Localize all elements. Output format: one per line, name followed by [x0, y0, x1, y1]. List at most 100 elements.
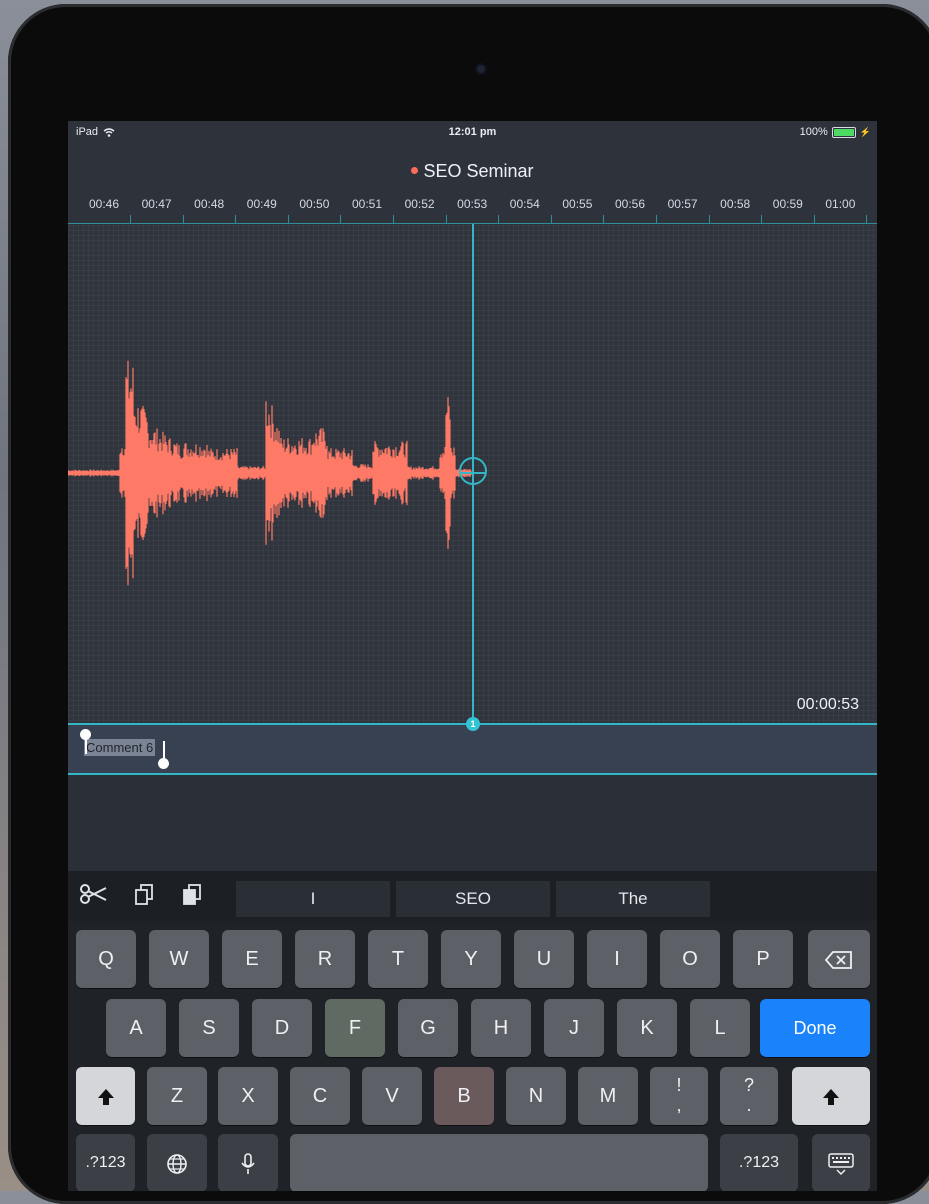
key-j[interactable]: J: [544, 999, 604, 1057]
key-s[interactable]: S: [179, 999, 239, 1057]
selection-end-handle[interactable]: [158, 758, 169, 769]
timeline-label: 00:58: [720, 197, 751, 211]
playhead-circle-icon[interactable]: [459, 457, 487, 485]
timeline-tick: [761, 215, 763, 224]
paste-icon[interactable]: [178, 881, 208, 907]
marker-knob[interactable]: 1: [466, 717, 480, 731]
key-e[interactable]: E: [222, 930, 282, 988]
key-z[interactable]: Z: [147, 1067, 207, 1125]
timeline-tick: [130, 215, 131, 224]
key-x[interactable]: X: [218, 1067, 278, 1125]
timeline-label: 00:46: [88, 197, 120, 211]
globe-key[interactable]: [147, 1134, 207, 1191]
key-w[interactable]: W: [149, 930, 209, 988]
shift-key-left[interactable]: [76, 1067, 135, 1125]
timeline-tick: [287, 215, 289, 224]
timeline-tick: [866, 215, 868, 224]
timeline-tick: [445, 215, 447, 224]
timeline-tick: [603, 215, 605, 224]
key-o[interactable]: O: [660, 930, 720, 988]
front-camera: [475, 63, 487, 75]
numbers-key-right[interactable]: .?123: [720, 1134, 798, 1191]
key-m[interactable]: M: [578, 1067, 638, 1125]
charging-icon: ⚡: [859, 126, 871, 137]
key-n[interactable]: N: [506, 1067, 566, 1125]
key-a[interactable]: A: [106, 999, 166, 1057]
key-c[interactable]: C: [290, 1067, 350, 1125]
elapsed-time: 00:00:53: [796, 696, 859, 713]
timeline-tick: [550, 215, 552, 224]
key-p[interactable]: P: [733, 930, 793, 988]
key-l[interactable]: L: [690, 999, 750, 1057]
timeline-tick: [708, 215, 710, 224]
shift-key-right[interactable]: [792, 1067, 870, 1125]
key-k[interactable]: K: [617, 999, 677, 1057]
key-question-label: ?: [743, 1075, 754, 1095]
timeline-label: 01:00: [825, 197, 856, 211]
timeline-label: 00:51: [351, 197, 383, 211]
selection-start-handle[interactable]: [80, 729, 91, 740]
key-question-period[interactable]: ? .: [720, 1067, 778, 1125]
backspace-icon: [824, 950, 852, 969]
key-comma-label: ,: [676, 1095, 682, 1115]
timeline-label: 00:53: [457, 197, 488, 211]
timeline-tick: [498, 215, 500, 224]
key-d[interactable]: D: [252, 999, 312, 1057]
battery-percent: 100%: [799, 126, 828, 138]
suggestion-1[interactable]: I: [236, 881, 390, 917]
suggestion-2[interactable]: SEO: [396, 881, 550, 917]
status-bar: iPad 12:01 pm 100% ⚡: [68, 121, 877, 143]
key-t[interactable]: T: [368, 930, 428, 988]
shortcut-bar: I SEO The: [68, 871, 877, 921]
shift-icon: [823, 1088, 839, 1105]
timeline-tick: [182, 215, 184, 224]
timeline-tick: [393, 215, 394, 224]
key-y[interactable]: Y: [441, 930, 501, 988]
microphone-icon: [241, 1152, 255, 1174]
marker-comment-row: [68, 725, 877, 775]
key-exclaim-label: !: [676, 1075, 682, 1095]
globe-icon: [167, 1153, 187, 1174]
space-bar[interactable]: [290, 1134, 708, 1191]
copy-icon[interactable]: [130, 881, 160, 907]
key-u[interactable]: U: [514, 930, 574, 988]
record-dot-icon: [411, 166, 419, 174]
battery-icon: [831, 126, 856, 138]
dictation-key[interactable]: [218, 1134, 278, 1191]
screen: iPad 12:01 pm 100% ⚡ SEO Seminar 00:46 00…: [68, 121, 877, 1191]
timeline-label: 00:59: [772, 197, 803, 211]
done-key[interactable]: Done: [760, 999, 870, 1057]
key-r[interactable]: R: [295, 930, 355, 988]
timeline-label: 00:54: [509, 197, 540, 211]
recording-title[interactable]: SEO Seminar: [68, 161, 877, 182]
shift-icon: [97, 1088, 114, 1105]
timeline-tick: [235, 215, 237, 224]
key-b[interactable]: B: [434, 1067, 494, 1125]
hide-keyboard-key[interactable]: [812, 1134, 870, 1191]
timeline-label: 00:49: [246, 197, 277, 211]
key-v[interactable]: V: [362, 1067, 422, 1125]
key-exclaim-comma[interactable]: ! ,: [650, 1067, 708, 1125]
timeline-label: 00:48: [194, 197, 225, 211]
key-q[interactable]: Q: [76, 930, 136, 988]
marker-comment-field[interactable]: Comment 6: [84, 739, 156, 756]
empty-area: [68, 775, 877, 871]
scissors-icon[interactable]: [78, 881, 108, 907]
backspace-key[interactable]: [808, 930, 870, 988]
suggestion-3[interactable]: The: [556, 881, 710, 917]
key-i[interactable]: I: [587, 930, 647, 988]
timeline-tick: [656, 215, 657, 224]
key-period-label: .: [746, 1095, 752, 1115]
numbers-key-left[interactable]: .?123: [76, 1134, 135, 1191]
key-f[interactable]: F: [325, 999, 385, 1057]
timeline-tick: [813, 215, 815, 224]
timeline-label: 00:52: [404, 197, 435, 211]
timeline-label: 00:56: [614, 197, 646, 211]
timeline-label: 00:47: [141, 197, 172, 211]
key-g[interactable]: G: [398, 999, 458, 1057]
timeline-label: 00:50: [299, 197, 330, 211]
timeline-tick: [340, 215, 342, 224]
timeline-label: 00:57: [667, 197, 698, 211]
key-h[interactable]: H: [471, 999, 531, 1057]
status-time: 12:01 pm: [448, 126, 497, 138]
